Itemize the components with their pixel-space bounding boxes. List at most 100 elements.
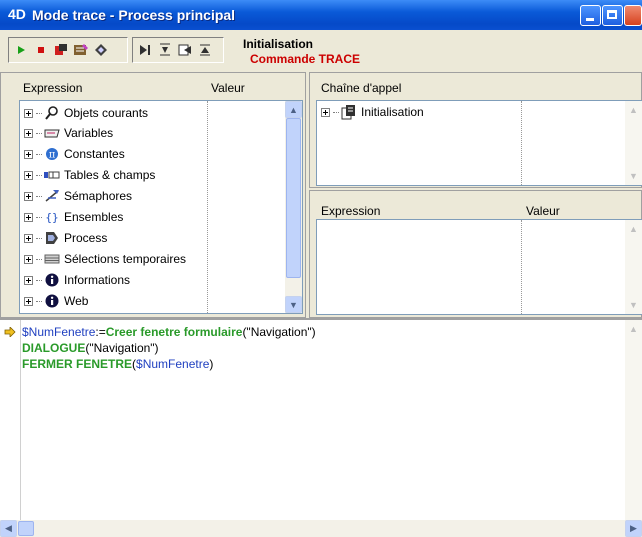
code-args: ("Navigation") <box>242 325 316 339</box>
tree-item-tables-champs[interactable]: Tables & champs <box>24 165 155 185</box>
custom-watch-vertical-scrollbar[interactable]: ▲ ▼ <box>625 220 642 314</box>
watch-header-value: Valeur <box>211 81 245 95</box>
svg-text:π: π <box>49 150 56 161</box>
window-title: Mode trace - Process principal <box>32 7 236 23</box>
toolbar-group-run <box>8 37 128 63</box>
info-icon <box>44 293 60 309</box>
scroll-up-button[interactable]: ▲ <box>285 101 302 118</box>
info-icon <box>44 272 60 288</box>
tree-item-label: Web <box>64 294 89 308</box>
custom-watch-list[interactable]: ▲ ▼ <box>316 219 642 315</box>
tree-item-informations[interactable]: Informations <box>24 270 130 290</box>
editor-horizontal-scrollbar[interactable]: ◀ ▶ <box>0 520 642 537</box>
expand-icon[interactable] <box>24 191 33 201</box>
source-code-panel[interactable]: $NumFenetre:=Creer fenetre formulaire("N… <box>0 318 642 537</box>
step-out-icon[interactable] <box>176 41 194 59</box>
callchain-item[interactable]: Initialisation <box>321 102 424 122</box>
watch-tree[interactable]: Objets courants Variables π Constantes T… <box>19 100 303 314</box>
expand-icon[interactable] <box>24 233 33 243</box>
tree-item-label: Sélections temporaires <box>64 252 187 266</box>
expand-icon[interactable] <box>24 296 33 306</box>
tree-item-objets-courants[interactable]: Objets courants <box>24 103 148 123</box>
magnifier-icon <box>44 105 60 121</box>
code-command: FERMER FENETRE <box>22 357 133 371</box>
tree-item-label: Tables & champs <box>64 168 156 182</box>
current-command-label: Commande TRACE <box>250 52 361 66</box>
tree-item-ensembles[interactable]: {} Ensembles <box>24 207 123 227</box>
tree-item-web[interactable]: Web <box>24 291 88 311</box>
watch-panel: Expression Valeur Objets courants Variab… <box>0 72 306 318</box>
column-separator <box>207 101 208 313</box>
code-line-2[interactable]: DIALOGUE("Navigation") <box>22 341 159 355</box>
toolbar-group-step <box>132 37 224 63</box>
code-variable: $NumFenetre <box>136 357 210 371</box>
play-icon[interactable] <box>12 41 30 59</box>
callchain-label: Initialisation <box>361 105 424 119</box>
expand-icon[interactable] <box>321 107 330 117</box>
expand-icon[interactable] <box>24 212 33 222</box>
custom-watch-panel: Expression Valeur ▲ ▼ <box>309 190 642 318</box>
abort-icon[interactable] <box>52 41 70 59</box>
horizontal-scroll-thumb[interactable] <box>18 521 34 536</box>
tree-item-constantes[interactable]: π Constantes <box>24 144 125 164</box>
tree-item-label: Constantes <box>64 147 125 161</box>
callchain-title: Chaîne d'appel <box>321 81 402 95</box>
maximize-button[interactable] <box>602 5 623 26</box>
close-button[interactable] <box>624 5 642 26</box>
expand-icon[interactable] <box>24 254 33 264</box>
code-variable: $NumFenetre <box>22 325 96 339</box>
custom-watch-header-expression: Expression <box>321 204 381 218</box>
scroll-right-button[interactable]: ▶ <box>625 520 642 537</box>
tree-item-semaphores[interactable]: Sémaphores <box>24 186 132 206</box>
process-icon <box>44 230 60 246</box>
code-line-1[interactable]: $NumFenetre:=Creer fenetre formulaire("N… <box>22 325 316 339</box>
column-separator <box>521 101 522 185</box>
code-line-3[interactable]: FERMER FENETRE($NumFenetre) <box>22 357 213 371</box>
expand-icon[interactable] <box>24 170 33 180</box>
callchain-vertical-scrollbar[interactable]: ▲ ▼ <box>625 101 642 185</box>
variable-icon <box>44 125 60 141</box>
scroll-down-button[interactable]: ▼ <box>285 296 302 313</box>
set-icon: {} <box>44 209 60 225</box>
selection-icon <box>44 251 60 267</box>
edit-icon[interactable] <box>72 41 90 59</box>
code-command: DIALOGUE <box>22 341 86 355</box>
code-command: Creer fenetre formulaire <box>105 325 243 339</box>
step-into-icon[interactable] <box>156 41 174 59</box>
breakpoint-gutter[interactable] <box>0 320 21 537</box>
editor-vertical-scrollbar[interactable]: ▲ <box>625 320 642 520</box>
custom-watch-header-value: Valeur <box>526 204 560 218</box>
minimize-button[interactable] <box>580 5 601 26</box>
current-line-arrow-icon <box>4 326 16 340</box>
tree-item-selections-temporaires[interactable]: Sélections temporaires <box>24 249 186 269</box>
scroll-thumb[interactable] <box>286 118 301 278</box>
tree-item-label: Process <box>64 231 108 245</box>
column-separator <box>521 220 522 314</box>
code-paren: ) <box>209 357 214 371</box>
debug-icon[interactable] <box>92 41 110 59</box>
expand-icon[interactable] <box>24 128 33 138</box>
callchain-list[interactable]: Initialisation ▲ ▼ <box>316 100 642 186</box>
tree-item-label: Ensembles <box>64 210 124 224</box>
step-over-icon[interactable] <box>136 41 154 59</box>
step-end-icon[interactable] <box>196 41 214 59</box>
svg-text:{}: {} <box>45 211 58 223</box>
expand-icon[interactable] <box>24 149 33 159</box>
pi-icon: π <box>44 146 60 162</box>
tree-item-process[interactable]: Process <box>24 228 107 248</box>
expand-icon[interactable] <box>24 108 33 118</box>
method-icon <box>341 104 357 120</box>
semaphore-icon <box>44 188 60 204</box>
stop-icon[interactable] <box>32 41 50 59</box>
scroll-left-button[interactable]: ◀ <box>0 520 17 537</box>
code-operator: := <box>95 325 106 339</box>
tree-item-label: Objets courants <box>64 106 149 120</box>
tree-item-label: Variables <box>64 126 114 140</box>
code-args: ("Navigation") <box>85 341 159 355</box>
expand-icon[interactable] <box>24 275 33 285</box>
table-icon <box>44 167 60 183</box>
callchain-panel: Chaîne d'appel Initialisation ▲ ▼ <box>309 72 642 188</box>
watch-vertical-scrollbar[interactable]: ▲ ▼ <box>285 101 302 313</box>
tree-item-variables[interactable]: Variables <box>24 123 113 143</box>
app-logo: 4D <box>8 6 26 22</box>
